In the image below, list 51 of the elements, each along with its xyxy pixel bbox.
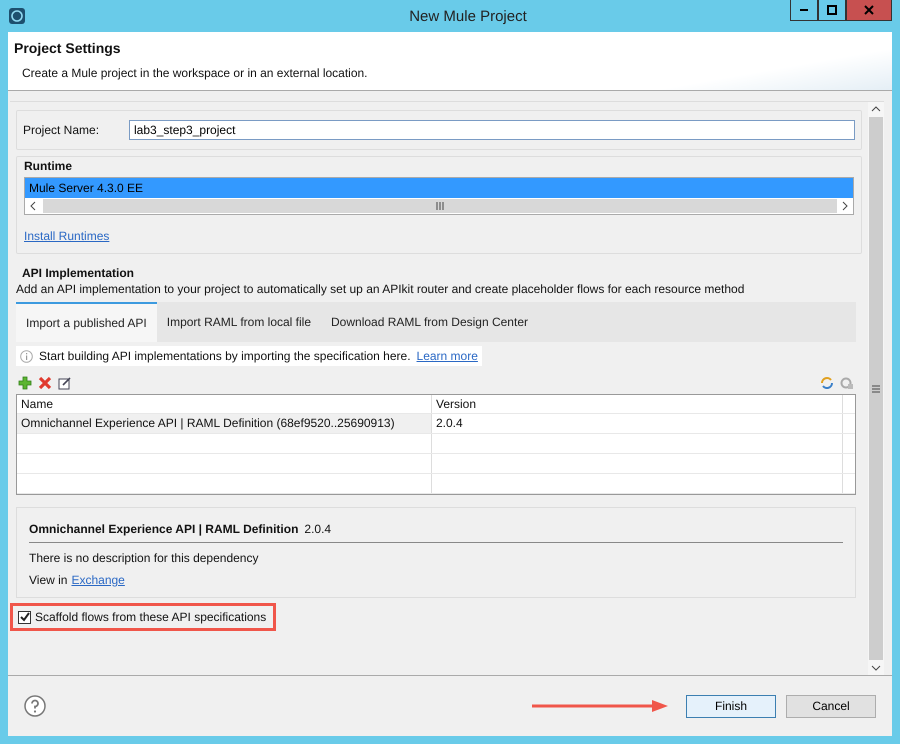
app-logo-icon [8, 7, 26, 25]
scaffold-checkbox[interactable] [18, 610, 31, 624]
details-title: Omnichannel Experience API | RAML Definition [29, 522, 298, 536]
project-name-label: Project Name: [23, 123, 100, 137]
close-button[interactable] [846, 0, 892, 21]
info-icon [20, 350, 33, 362]
header-title: Project Settings [14, 40, 122, 56]
header-description: Create a Mule project in the workspace or in an external location. [22, 66, 369, 80]
checkmark-icon [20, 612, 30, 622]
vertical-scrollbar[interactable] [868, 102, 884, 675]
remove-icon [38, 376, 52, 390]
refresh-icon [820, 376, 834, 390]
close-icon [864, 5, 874, 15]
project-name-field[interactable]: lab3_step3_project [129, 120, 855, 140]
scroll-right-icon [841, 201, 849, 211]
table-cell: Omnichannel Experience API | RAML Definition (68ef9520..25690913) [17, 414, 432, 433]
details-version: 2.0.4 [304, 522, 332, 536]
info-text: Start building API implementations by importing the specification here. [39, 349, 411, 363]
scroll-left-icon [29, 201, 37, 211]
scroll-down-icon [871, 664, 881, 672]
dialog-button[interactable]: Finish [686, 694, 776, 718]
tab[interactable]: Download RAML from Design Center [321, 302, 538, 342]
window-title: New Mule Project [408, 8, 528, 24]
tab[interactable]: Import RAML from local file [156, 302, 322, 342]
grip-icon [872, 384, 880, 392]
install-runtimes-link[interactable]: Install Runtimes [24, 229, 110, 243]
api-implementation-title: API Implementation [21, 266, 136, 280]
maximize-button[interactable] [818, 0, 846, 21]
scaffold-label[interactable]: Scaffold flows from these API specifications [35, 610, 266, 624]
tab[interactable]: Import a published API [16, 302, 157, 342]
exchange-link[interactable]: Exchange [71, 573, 125, 587]
scrollbar-thumb[interactable] [869, 117, 883, 660]
minimize-button[interactable] [790, 0, 818, 21]
details-description: There is no description for this dependency [29, 551, 260, 565]
view-in-label: View in [29, 573, 68, 587]
column-header[interactable]: Name [17, 395, 432, 413]
dialog-button[interactable]: Cancel [786, 694, 876, 718]
minimize-icon [800, 9, 808, 11]
maximize-icon [827, 5, 837, 15]
api-implementation-description: Add an API implementation to your project to automatically set up an APIkit router and create placeholder flows for each resource method [16, 282, 746, 296]
scroll-up-icon [871, 105, 881, 113]
learn-more-link[interactable]: Learn more [416, 349, 478, 363]
add-icon [18, 376, 32, 390]
help-icon [24, 695, 46, 717]
table-cell: 2.0.4 [432, 414, 843, 433]
column-header[interactable]: Version [432, 395, 843, 413]
runtime-item[interactable]: Mule Server 4.3.0 EE [25, 178, 853, 198]
grip-icon [436, 202, 444, 210]
scrollbar-thumb[interactable] [43, 199, 837, 213]
edit-icon [58, 376, 72, 390]
runtime-title: Runtime [24, 159, 73, 173]
